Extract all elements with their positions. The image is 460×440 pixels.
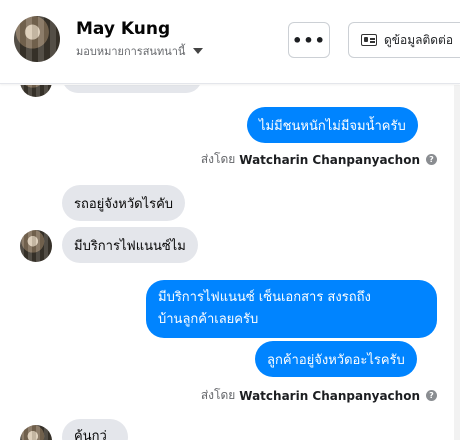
incoming-message-partial: ค้นกว่ [62,419,128,440]
sent-by-prefix: ส่งโดย [200,152,236,166]
contact-name[interactable]: May Kung [76,19,170,39]
message-text: มีบริการไฟแนนซ์ไม [74,238,186,254]
message-text-line-1: มีบริการไฟแนนซ์ เซ็นเอกสาร สงรถถึง [158,290,371,305]
caret-down-icon [193,48,204,54]
outgoing-message: มีบริการไฟแนนซ์ เซ็นเอกสาร สงรถถึง บ้านล… [146,280,437,338]
sent-by-label: ส่งโดย Watcharin Chanpanyachon ? [201,150,437,169]
message-thread[interactable]: ไม่มีชนหนักไม่มีจมน้ำครับ ส่งโดย Watchar… [0,85,460,440]
help-icon[interactable]: ? [426,154,437,165]
contact-avatar-small [20,85,52,97]
message-text: ลูกค้าอยู่จังหวัดอะไรครับ [267,352,405,368]
contact-avatar-small [20,425,52,440]
contact-card-icon [361,34,377,46]
assign-conversation-dropdown[interactable]: มอบหมายการสนทนานี้ [76,42,204,60]
sent-by-agent-name: Watcharin Chanpanyachon [239,152,420,167]
contact-avatar-small[interactable] [20,230,52,262]
message-text: รถอยู่จังหวัดไรคับ [74,196,174,212]
more-options-icon: ••• [292,30,326,50]
contact-avatar[interactable] [14,16,60,62]
conversation-header: May Kung มอบหมายการสนทนานี้ ••• ดูข้อมูล… [0,0,460,84]
outgoing-message: ลูกค้าอยู่จังหวัดอะไรครับ [255,341,417,377]
assign-label: มอบหมายการสนทนานี้ [76,45,186,58]
message-text: ค้นกว่ [74,429,107,440]
sent-by-label: ส่งโดย Watcharin Chanpanyachon ? [201,386,437,405]
message-text: ไม่มีชนหนักไม่มีจมน้ำครับ [259,118,406,134]
incoming-message: มีบริการไฟแนนซ์ไม [62,227,198,263]
more-options-button[interactable]: ••• [288,22,330,58]
message-text-line-2: บ้านลูกค้าเลยครับ [158,312,259,327]
view-contact-info-label: ดูข้อมูลติดต่อ [384,32,454,47]
incoming-message-partial [62,85,202,93]
incoming-message: รถอยู่จังหวัดไรคับ [62,185,186,221]
view-contact-info-button[interactable]: ดูข้อมูลติดต่อ [348,22,460,58]
help-icon[interactable]: ? [426,390,437,401]
scrollbar[interactable] [454,85,460,440]
sent-by-prefix: ส่งโดย [200,388,236,402]
outgoing-message: ไม่มีชนหนักไม่มีจมน้ำครับ [247,107,418,143]
sent-by-agent-name: Watcharin Chanpanyachon [239,388,420,403]
